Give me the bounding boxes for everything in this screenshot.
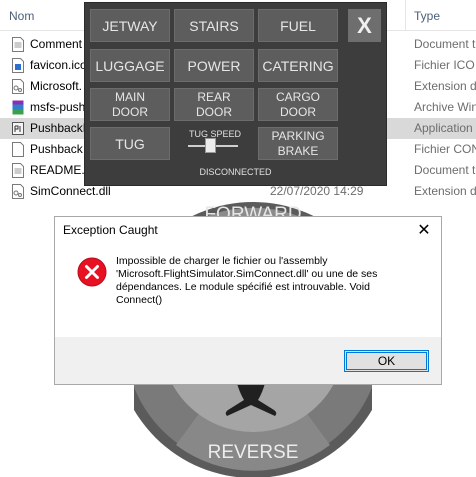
file-name: Pushback xyxy=(30,142,83,156)
jetway-button[interactable]: JETWAY xyxy=(90,9,170,42)
file-name: favicon.ico xyxy=(30,58,87,72)
dialog-message-line: 'Microsoft.FlightSimulator.SimConnect.dl… xyxy=(116,268,378,280)
luggage-button[interactable]: LUGGAGE xyxy=(90,49,170,82)
dialog-message-line: dépendances. Le module spécifié est intr… xyxy=(116,281,370,293)
cargo-door-button[interactable]: CARGO DOOR xyxy=(258,88,338,121)
file-type: Fichier ICO xyxy=(414,58,475,72)
column-type[interactable]: Type xyxy=(414,9,440,23)
application-icon xyxy=(12,122,24,135)
dialog-titlebar[interactable]: Exception Caught ✕ xyxy=(55,217,441,245)
close-panel-button[interactable]: X xyxy=(348,9,381,42)
file-type: Extension d xyxy=(414,184,476,198)
connection-status: DISCONNECTED xyxy=(199,167,272,177)
config-file-icon xyxy=(12,142,24,157)
file-name: PushbackH xyxy=(30,121,92,135)
file-name: Microsoft. xyxy=(30,79,83,93)
file-type: Extension d xyxy=(414,79,476,93)
tug-button[interactable]: TUG xyxy=(90,127,170,160)
main-door-label-line2: DOOR xyxy=(112,104,148,119)
main-door-label-line1: MAIN xyxy=(115,89,145,104)
close-icon[interactable]: ✕ xyxy=(415,221,433,239)
file-name: SimConnect.dll xyxy=(30,184,111,198)
rear-door-label-line2: DOOR xyxy=(196,104,232,119)
exception-dialog: Exception Caught ✕ Impossible de charger… xyxy=(54,216,442,385)
rear-door-button[interactable]: REAR DOOR xyxy=(174,88,254,121)
file-type: Application xyxy=(414,121,473,135)
reverse-label[interactable]: REVERSE xyxy=(208,442,299,463)
ok-button[interactable]: OK xyxy=(344,350,429,372)
file-name: README.t xyxy=(30,163,89,177)
error-icon xyxy=(77,257,107,287)
archive-file-icon xyxy=(12,100,24,115)
cargo-door-label-line2: DOOR xyxy=(280,104,316,119)
parking-brake-label-line1: PARKING xyxy=(271,128,325,143)
catering-button[interactable]: CATERING xyxy=(258,49,338,82)
rear-door-label-line1: REAR xyxy=(197,89,231,104)
file-type: Fichier CON xyxy=(414,142,476,156)
cargo-door-label-line1: CARGO xyxy=(275,89,320,104)
main-door-button[interactable]: MAIN DOOR xyxy=(90,88,170,121)
dialog-message: Impossible de charger le fichier ou l'as… xyxy=(116,255,421,307)
file-type: Archive Win xyxy=(414,100,476,114)
column-name[interactable]: Nom xyxy=(9,9,34,23)
dialog-title: Exception Caught xyxy=(63,223,158,237)
parking-brake-button[interactable]: PARKING BRAKE xyxy=(258,127,338,160)
tug-speed-slider-thumb[interactable] xyxy=(205,138,216,153)
file-name: msfs-push xyxy=(30,100,86,114)
column-separator[interactable] xyxy=(405,0,406,30)
ground-services-panel: JETWAY STAIRS FUEL X LUGGAGE POWER CATER… xyxy=(84,2,387,186)
parking-brake-label-line2: BRAKE xyxy=(277,143,319,158)
stairs-button[interactable]: STAIRS xyxy=(174,9,254,42)
dll-file-icon xyxy=(12,79,24,94)
dialog-message-line: Connect() xyxy=(116,294,163,306)
fuel-button[interactable]: FUEL xyxy=(258,9,338,42)
file-type: Document t xyxy=(414,37,476,51)
text-file-icon xyxy=(12,163,24,178)
icon-file-icon xyxy=(12,58,24,73)
file-name: Comment xyxy=(30,37,83,51)
dll-file-icon xyxy=(12,184,24,199)
file-type: Document t xyxy=(414,163,476,177)
text-file-icon xyxy=(12,37,24,52)
dialog-message-line: Impossible de charger le fichier ou l'as… xyxy=(116,255,328,267)
power-button[interactable]: POWER xyxy=(174,49,254,82)
